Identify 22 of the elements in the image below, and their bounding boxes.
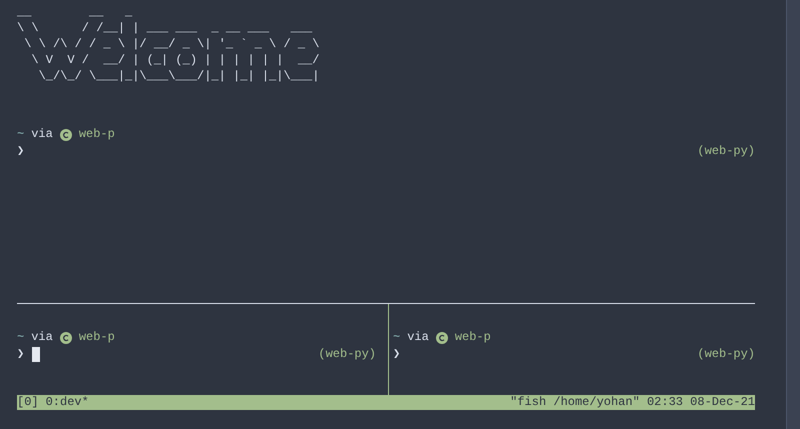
prompt-environment: web-p — [78, 127, 115, 142]
right-prompt: (web-py) — [697, 144, 755, 159]
environment-icon — [60, 332, 72, 344]
prompt-via: via — [407, 330, 429, 345]
session-name: [0] — [17, 395, 39, 410]
prompt-directory: ~ — [393, 330, 400, 345]
prompt-directory: ~ — [17, 127, 24, 142]
right-prompt: (web-py) — [697, 347, 755, 362]
status-info: "fish /home/yohan" 02:33 08-Dec-21 — [510, 395, 755, 410]
environment-icon — [60, 128, 72, 140]
prompt-symbol: ❯ — [17, 347, 24, 362]
prompt-symbol: ❯ — [393, 347, 400, 362]
window-tab[interactable]: 0:dev* — [46, 395, 89, 410]
ascii-art-welcome-text: __ __ _ \ \ / /__| | ___ ___ _ __ ___ ___ \ \ /\ / / _ \ |/ __/ _ \| '_ ` _ \ / _ \ \ V V / __/ | (_| (_) | | | | | | __/ \_/\_/ \___|_|\___\___/|_| |_| |_|\___| — [17, 4, 320, 84]
right-prompt: (web-py) — [318, 347, 376, 362]
prompt-environment: web-p — [454, 330, 491, 345]
prompt-symbol: ❯ — [17, 144, 24, 159]
prompt-via: via — [31, 127, 53, 142]
prompt-via: via — [31, 330, 53, 345]
environment-icon — [436, 332, 448, 344]
prompt-directory: ~ — [17, 330, 24, 345]
prompt-environment: web-p — [78, 330, 115, 345]
